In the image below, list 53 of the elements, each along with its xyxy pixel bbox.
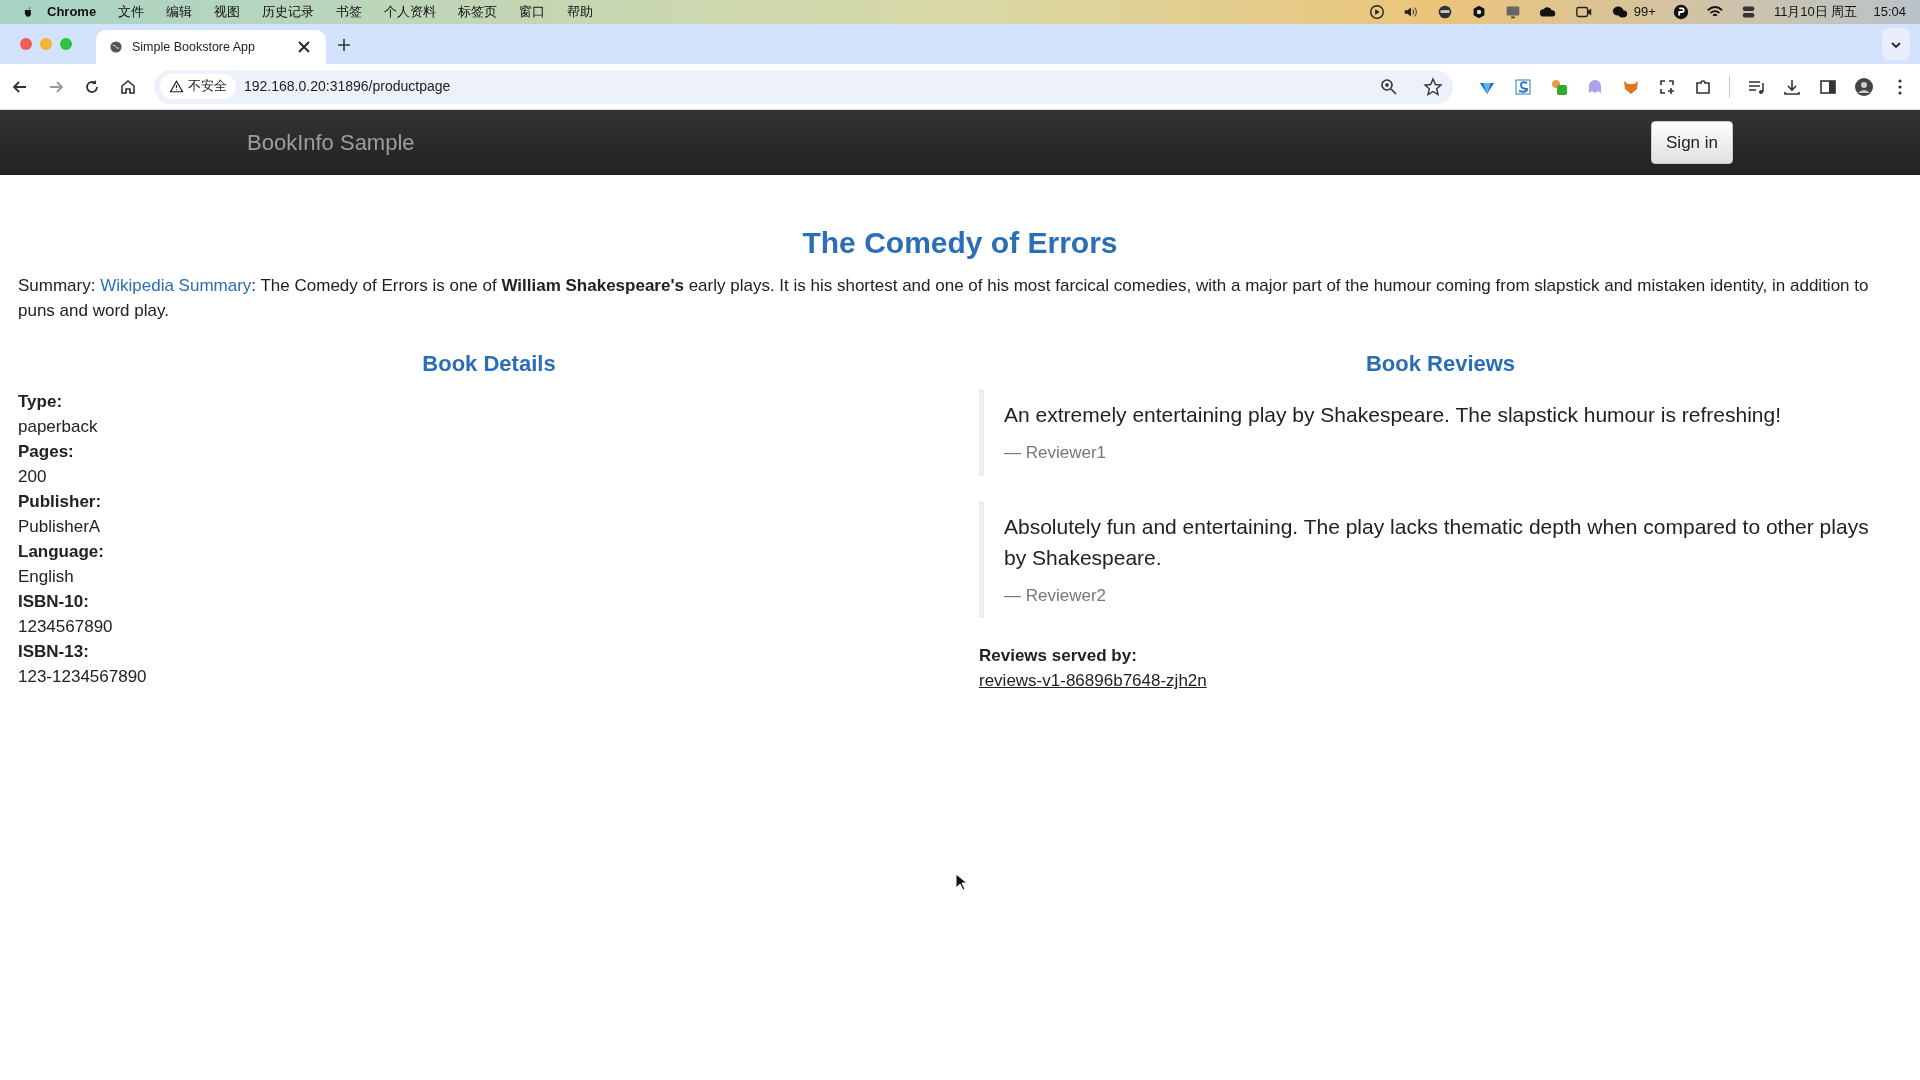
section-heading: Book Details [421,351,557,378]
browser-tab[interactable]: Simple Bookstore App [96,30,326,64]
date-text: 11月10日 周五 [1773,3,1858,22]
page-title: The Comedy of Errors [801,225,1119,261]
menu-item[interactable]: 书签 [325,2,374,22]
menu-item[interactable]: 个人资料 [373,2,448,22]
detail-value: paperback [18,416,99,439]
detail-label: Pages: [18,441,75,464]
brand-title[interactable]: BookInfo Sample [247,126,415,159]
p-logo-icon [1671,3,1690,21]
detail-value: 1234567890 [18,616,114,639]
detail-value: 200 [18,466,48,489]
avatar-icon[interactable] [1854,76,1874,97]
review-text: Absolutely fun and entertaining. The play lacks thematic depth when compared to other plays by Shakespeare. [1004,513,1870,571]
served-by-label: Reviews served by: [979,645,1138,668]
summary-paragraph: Summary: Wikipedia Summary: The Comedy of Errors is one of William Shakespeare's early plays. It is his shortest and one of his most farcical comedies, with a major part of the humour coming from slapstick and mistaken identity, in addition to puns and word play. [18,275,1870,322]
detail-label: ISBN-10: [18,591,90,614]
detail-value: English [18,566,75,589]
clock-text: 15:04 [1873,3,1906,22]
detail-value: PublisherA [18,516,102,539]
app-menu[interactable]: Chrome [36,2,108,22]
security-label: 不安全 [188,78,227,96]
review-text: An extremely entertaining play by Shakespeare. The slapstick humour is refreshing! [1004,402,1782,429]
menu-item[interactable]: 窗口 [508,2,557,22]
detail-label: Publisher: [18,491,103,514]
pod-name-link[interactable]: reviews-v1-86896b7648-zjh2n [979,671,1207,691]
section-heading: Book Reviews [1364,351,1517,378]
url-text: 192.168.0.20:31896/productpage [244,77,452,96]
close-window-button[interactable] [20,38,32,50]
warning-icon [169,79,184,94]
address-bar[interactable]: 不安全 192.168.0.20:31896/productpage [154,69,1453,104]
reviewer-name: — Reviewer2 [1004,584,1108,607]
detail-label: ISBN-13: [18,641,90,664]
menu-item[interactable]: 编辑 [155,2,204,22]
zoom-icon[interactable] [1379,76,1399,97]
s-logo-icon[interactable] [1513,76,1533,97]
star-icon[interactable] [1423,77,1443,98]
detail-label: Type: [18,391,64,414]
badge-count: 99+ [1633,3,1656,22]
menu-item[interactable]: 帮助 [556,2,605,22]
menu-item[interactable]: 视图 [203,2,252,22]
wikipedia-link[interactable]: Wikipedia Summary [100,276,252,295]
detail-value: 123-1234567890 [18,666,148,689]
sign-in-button[interactable]: Sign in [1651,120,1733,165]
security-chip[interactable]: 不安全 [160,74,236,99]
globe-icon [108,39,124,55]
menu-item[interactable]: 历史记录 [251,2,326,22]
detail-label: Language: [18,541,105,564]
reviewer-name: — Reviewer1 [1004,442,1108,465]
menu-item[interactable]: 文件 [107,2,156,22]
menu-item[interactable]: 标签页 [447,2,509,22]
play-icon [1367,3,1386,21]
mouse-pointer-icon [955,873,967,891]
